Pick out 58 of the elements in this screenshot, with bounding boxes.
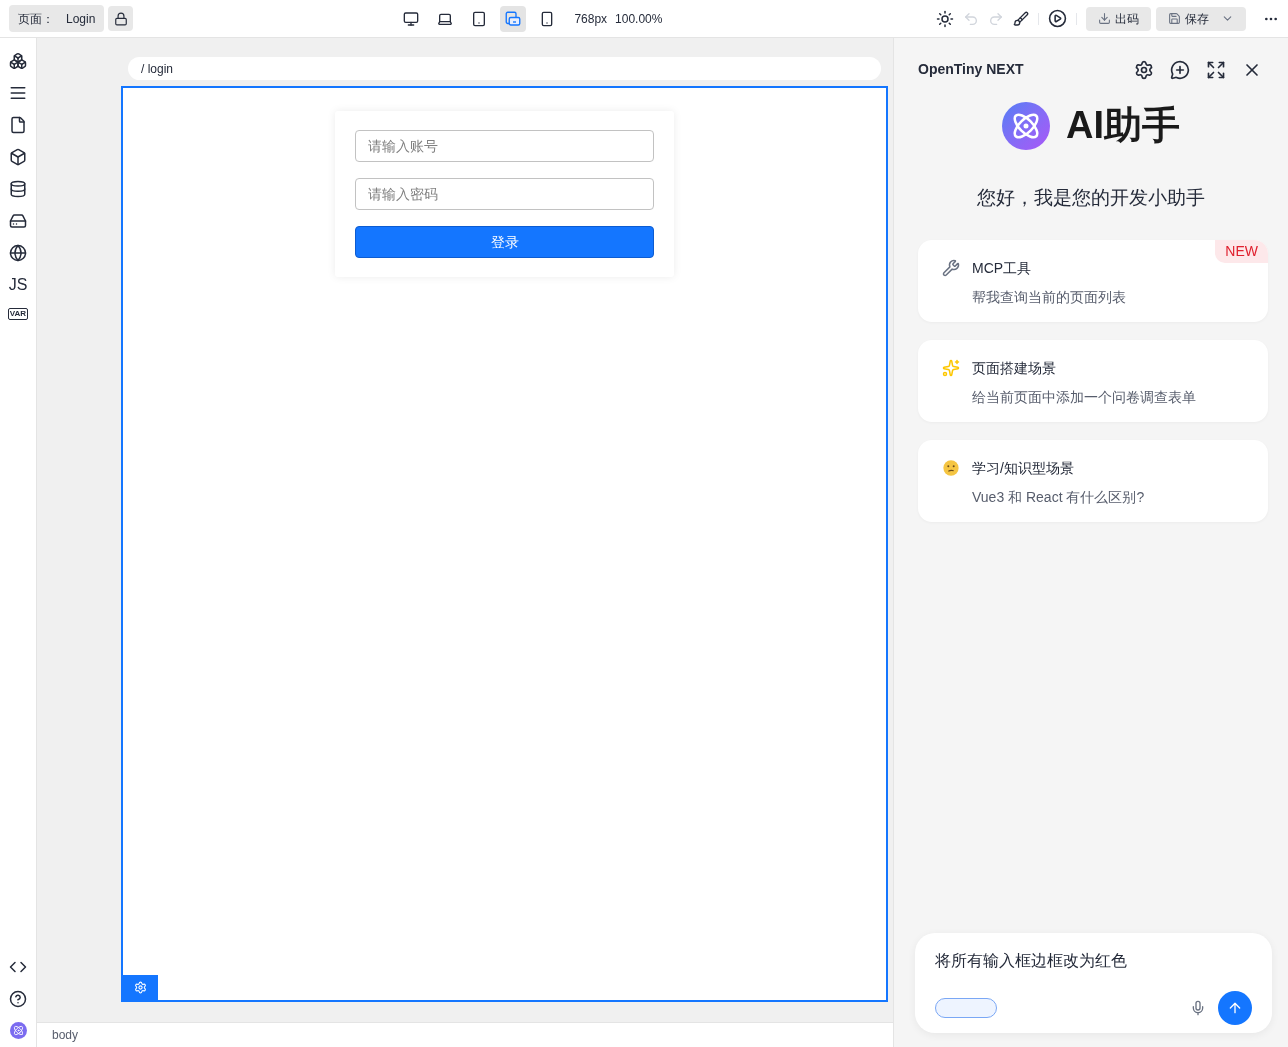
ai-assistant-icon[interactable] bbox=[9, 1022, 27, 1039]
download-icon bbox=[1098, 12, 1111, 25]
tablet-landscape-icon[interactable] bbox=[500, 5, 527, 32]
password-field[interactable]: 请输入密码 bbox=[355, 178, 654, 210]
lock-button[interactable] bbox=[108, 6, 134, 31]
login-button[interactable]: 登录 bbox=[355, 226, 654, 258]
database-icon[interactable] bbox=[9, 180, 27, 198]
page-icon[interactable] bbox=[9, 116, 27, 134]
assistant-title: AI助手 bbox=[1066, 103, 1180, 148]
canvas-width: 768px bbox=[574, 10, 608, 28]
thinking-face-icon bbox=[942, 459, 960, 477]
wrench-icon bbox=[942, 259, 960, 277]
mode-toggle[interactable] bbox=[935, 998, 997, 1018]
lock-icon bbox=[113, 11, 128, 26]
components-icon[interactable] bbox=[9, 52, 27, 70]
assistant-logo bbox=[1002, 101, 1050, 150]
input-text: 将所有输入框边框改为红色 bbox=[935, 951, 1128, 971]
zoom-level: 100.00% bbox=[615, 10, 663, 28]
card-title: MCP工具 bbox=[972, 258, 1032, 278]
address-bar: / login bbox=[128, 57, 881, 80]
card-prompt: 帮我查询当前的页面列表 bbox=[972, 287, 1127, 307]
new-badge: NEW bbox=[1215, 239, 1268, 263]
cube-icon[interactable] bbox=[9, 148, 27, 166]
settings-icon[interactable] bbox=[1134, 59, 1154, 80]
card-prompt: Vue3 和 React 有什么区别? bbox=[972, 487, 1146, 507]
page-selector[interactable]: 页面： Login bbox=[9, 5, 105, 32]
prompt-card[interactable]: 页面搭建场景 给当前页面中添加一个问卷调查表单 bbox=[918, 339, 1268, 422]
save-button[interactable]: 保存 bbox=[1156, 6, 1246, 31]
help-icon[interactable] bbox=[9, 990, 27, 1008]
card-prompt: 给当前页面中添加一个问卷调查表单 bbox=[972, 387, 1197, 407]
outline-icon[interactable] bbox=[9, 84, 27, 102]
theme-icon[interactable] bbox=[936, 9, 954, 28]
greeting: 您好，我是您的开发小助手 bbox=[976, 186, 1206, 210]
sparkles-icon bbox=[942, 359, 960, 377]
chat-input[interactable]: 将所有输入框边框改为红色 bbox=[915, 933, 1272, 1033]
element-path: body bbox=[52, 1027, 79, 1044]
expand-icon[interactable] bbox=[1206, 59, 1226, 80]
panel-title: OpenTiny NEXT bbox=[918, 60, 1024, 79]
prompt-card[interactable]: 学习/知识型场景 Vue3 和 React 有什么区别? bbox=[918, 439, 1268, 522]
variables-label[interactable]: VAR bbox=[7, 308, 29, 320]
page-label: 页面： bbox=[18, 10, 54, 28]
new-chat-icon[interactable] bbox=[1170, 59, 1190, 80]
globe-icon[interactable] bbox=[9, 244, 27, 262]
page-name: Login bbox=[66, 10, 96, 28]
card-title: 学习/知识型场景 bbox=[972, 458, 1074, 478]
canvas-settings-button[interactable] bbox=[123, 975, 158, 1000]
prompt-card[interactable]: MCP工具 帮我查询当前的页面列表 NEW bbox=[918, 239, 1268, 322]
gear-icon bbox=[134, 981, 147, 994]
account-field[interactable]: 请输入账号 bbox=[355, 130, 654, 162]
export-button[interactable]: 出码 bbox=[1086, 6, 1151, 31]
preview-icon[interactable] bbox=[1048, 9, 1067, 28]
clean-icon[interactable] bbox=[1013, 10, 1029, 27]
js-label[interactable]: JS bbox=[8, 276, 28, 294]
send-button[interactable] bbox=[1218, 991, 1252, 1025]
microphone-icon[interactable] bbox=[1190, 1000, 1206, 1016]
card-title: 页面搭建场景 bbox=[972, 358, 1056, 378]
storage-icon[interactable] bbox=[9, 212, 27, 230]
save-icon bbox=[1168, 12, 1181, 25]
